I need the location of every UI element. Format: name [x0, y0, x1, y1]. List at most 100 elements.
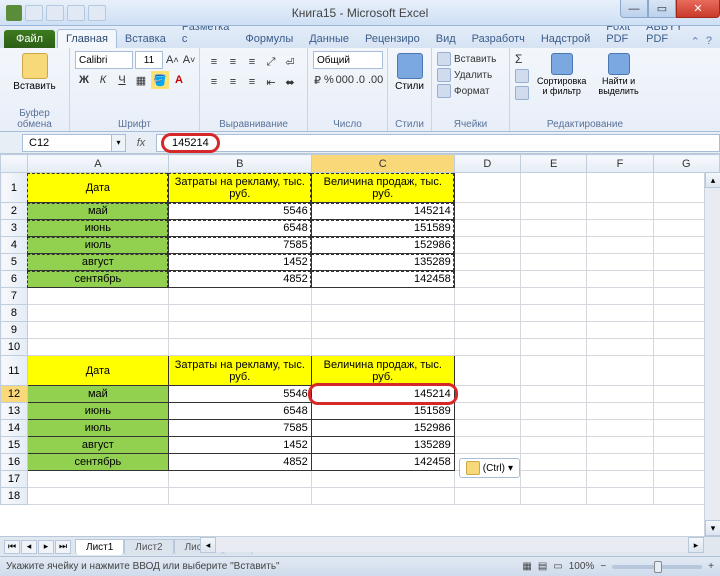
cell-A4[interactable]: июль — [27, 237, 168, 254]
col-G[interactable]: G — [653, 155, 719, 173]
cell-A15[interactable]: август — [27, 437, 168, 454]
orientation-button[interactable]: ⤢ — [262, 53, 280, 71]
format-cells-button[interactable]: Формат — [437, 83, 504, 99]
scroll-down-button[interactable]: ▾ — [705, 520, 720, 536]
sheet-tab-1[interactable]: Лист1 — [75, 539, 124, 555]
tab-view[interactable]: Вид — [428, 30, 464, 48]
underline-button[interactable]: Ч — [113, 71, 131, 89]
col-F[interactable]: F — [587, 155, 653, 173]
zoom-level[interactable]: 100% — [569, 561, 595, 572]
tab-addins[interactable]: Надстрой — [533, 30, 598, 48]
paste-button[interactable]: Вставить — [5, 51, 64, 94]
align-center-button[interactable]: ≡ — [224, 73, 242, 91]
cell-A1[interactable]: Дата — [27, 173, 168, 203]
col-A[interactable]: A — [27, 155, 168, 173]
tab-file[interactable]: Файл — [4, 30, 55, 48]
row-16[interactable]: 16 — [1, 454, 28, 471]
row-15[interactable]: 15 — [1, 437, 28, 454]
row-9[interactable]: 9 — [1, 322, 28, 339]
cell-A5[interactable]: август — [27, 254, 168, 271]
find-select-button[interactable]: Найти и выделить — [594, 51, 642, 99]
cell-A2[interactable]: май — [27, 203, 168, 220]
cell-B11[interactable]: Затраты на рекламу, тыс. руб. — [168, 356, 311, 386]
cell-C2[interactable]: 145214 — [311, 203, 454, 220]
font-color-button[interactable]: A — [170, 71, 188, 89]
maximize-button[interactable]: ▭ — [648, 0, 676, 18]
grow-font-button[interactable]: A˄ — [165, 51, 180, 69]
fill-color-button[interactable]: 🪣 — [151, 71, 169, 89]
row-10[interactable]: 10 — [1, 339, 28, 356]
help-icon[interactable]: ? — [706, 35, 712, 48]
qat-dropdown[interactable] — [88, 5, 106, 21]
tab-developer[interactable]: Разработч — [464, 30, 533, 48]
close-button[interactable]: ✕ — [676, 0, 720, 18]
cell-B4[interactable]: 7585 — [168, 237, 311, 254]
zoom-in-button[interactable]: + — [708, 561, 714, 572]
formula-input[interactable]: 145214 — [156, 134, 720, 152]
row-13[interactable]: 13 — [1, 403, 28, 420]
cell-C15[interactable]: 135289 — [311, 437, 454, 454]
cell-B2[interactable]: 5546 — [168, 203, 311, 220]
sheet-nav-last[interactable]: ⏭ — [55, 540, 71, 554]
qat-redo[interactable] — [67, 5, 85, 21]
col-B[interactable]: B — [168, 155, 311, 173]
row-14[interactable]: 14 — [1, 420, 28, 437]
clear-button[interactable] — [515, 85, 529, 101]
row-11[interactable]: 11 — [1, 356, 28, 386]
horizontal-scrollbar[interactable]: ◂ ▸ — [200, 536, 704, 552]
cell-B14[interactable]: 7585 — [168, 420, 311, 437]
row-18[interactable]: 18 — [1, 488, 28, 505]
wrap-text-button[interactable]: ⏎ — [281, 53, 299, 71]
comma-button[interactable]: 000 — [336, 71, 354, 89]
cell-A14[interactable]: июль — [27, 420, 168, 437]
percent-button[interactable]: % — [323, 71, 335, 89]
vertical-scrollbar[interactable]: ▴ ▾ — [704, 172, 720, 536]
indent-dec-button[interactable]: ⇤ — [262, 73, 280, 91]
cell-C6[interactable]: 142458 — [311, 271, 454, 288]
scroll-right-button[interactable]: ▸ — [688, 537, 704, 553]
zoom-out-button[interactable]: − — [600, 561, 606, 572]
qat-save[interactable] — [25, 5, 43, 21]
currency-button[interactable]: ₽ — [313, 71, 322, 89]
border-button[interactable]: ▦ — [132, 71, 150, 89]
cell-C3[interactable]: 151589 — [311, 220, 454, 237]
tab-home[interactable]: Главная — [57, 29, 117, 48]
cell-B12[interactable]: 5546 — [168, 386, 311, 403]
cell-B6[interactable]: 4852 — [168, 271, 311, 288]
row-2[interactable]: 2 — [1, 203, 28, 220]
sort-filter-button[interactable]: Сортировка и фильтр — [533, 51, 590, 99]
align-bottom-button[interactable]: ≡ — [243, 53, 261, 71]
sheet-tab-2[interactable]: Лист2 — [124, 539, 173, 555]
row-8[interactable]: 8 — [1, 305, 28, 322]
tab-data[interactable]: Данные — [301, 30, 357, 48]
align-left-button[interactable]: ≡ — [205, 73, 223, 91]
cell-C14[interactable]: 152986 — [311, 420, 454, 437]
tab-review[interactable]: Рецензиро — [357, 30, 428, 48]
minimize-ribbon-icon[interactable]: ⌃ — [691, 35, 700, 48]
align-middle-button[interactable]: ≡ — [224, 53, 242, 71]
cell-C12[interactable]: 145214 — [311, 386, 454, 403]
col-D[interactable]: D — [454, 155, 520, 173]
cell-A16[interactable]: сентябрь — [27, 454, 168, 471]
align-right-button[interactable]: ≡ — [243, 73, 261, 91]
insert-cells-button[interactable]: Вставить — [437, 51, 504, 67]
cell-B15[interactable]: 1452 — [168, 437, 311, 454]
sheet-nav-next[interactable]: ▸ — [38, 540, 54, 554]
cell-A3[interactable]: июнь — [27, 220, 168, 237]
number-format-select[interactable] — [313, 51, 383, 69]
fx-button[interactable]: fx — [132, 134, 150, 152]
cell-C13[interactable]: 151589 — [311, 403, 454, 420]
delete-cells-button[interactable]: Удалить — [437, 67, 504, 83]
cell-B16[interactable]: 4852 — [168, 454, 311, 471]
view-normal-icon[interactable]: ▦ — [522, 561, 531, 572]
fill-button[interactable] — [515, 68, 529, 84]
paste-options-tag[interactable]: (Ctrl) ▾ — [459, 458, 520, 478]
sheet-nav-prev[interactable]: ◂ — [21, 540, 37, 554]
cell-A11[interactable]: Дата — [27, 356, 168, 386]
font-size-select[interactable] — [135, 51, 163, 69]
row-6[interactable]: 6 — [1, 271, 28, 288]
align-top-button[interactable]: ≡ — [205, 53, 223, 71]
cell-A12[interactable]: май — [27, 386, 168, 403]
cell-A13[interactable]: июнь — [27, 403, 168, 420]
col-C[interactable]: C — [311, 155, 454, 173]
